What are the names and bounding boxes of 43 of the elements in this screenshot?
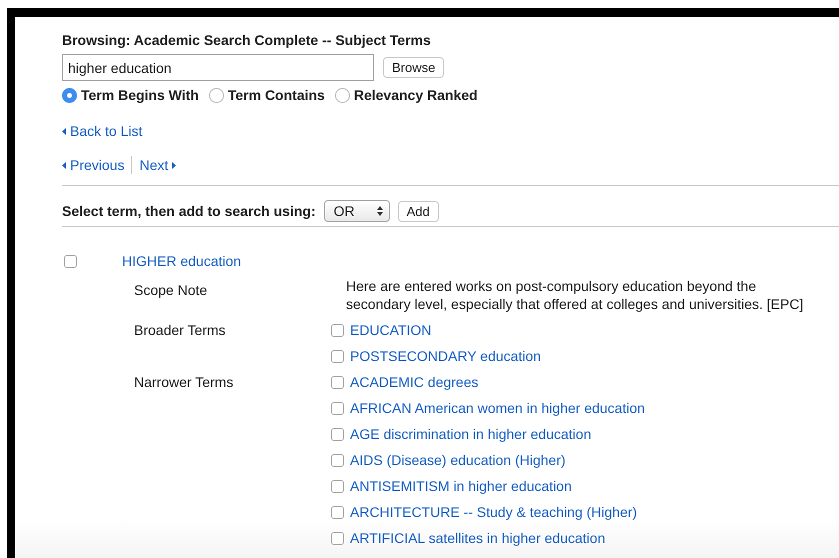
term-link[interactable]: POSTSECONDARY education	[350, 343, 541, 369]
checkbox[interactable]	[331, 350, 344, 362]
term-link[interactable]: ARTIFICIAL satellites in higher education	[350, 525, 606, 551]
checkbox[interactable]	[331, 454, 344, 466]
add-button[interactable]: Add	[398, 200, 439, 222]
radio-label: Term Contains	[228, 87, 325, 103]
checkbox[interactable]	[331, 428, 344, 440]
checkbox[interactable]	[331, 376, 344, 388]
scope-note-text: Here are entered works on post-compulsory education beyond the secondary level, especially that offered at colleges and universities. [EPC]	[345, 277, 804, 313]
search-field[interactable]: higher education	[62, 54, 374, 81]
field-label: Narrower Terms	[134, 373, 234, 392]
caret-right-icon	[172, 162, 176, 168]
updown-icon	[376, 206, 383, 216]
radio-label: Term Begins With	[81, 87, 199, 103]
radio-button[interactable]	[62, 88, 77, 102]
term-link[interactable]: AGE discrimination in higher education	[350, 421, 592, 447]
previous-link[interactable]: Previous	[62, 157, 124, 173]
term-link[interactable]: AFRICAN American women in higher education	[350, 395, 645, 421]
term-link[interactable]: ACADEMIC degrees	[350, 369, 478, 395]
field-label: Broader Terms	[134, 321, 227, 340]
caret-left-icon	[62, 162, 66, 168]
checkbox[interactable]	[331, 506, 344, 518]
checkbox[interactable]	[331, 532, 344, 544]
browse-button[interactable]: Browse	[383, 57, 444, 78]
term-link[interactable]: AIDS (Disease) education (Higher)	[350, 447, 566, 473]
next-link[interactable]: Next	[139, 157, 176, 173]
checkbox[interactable]	[331, 480, 344, 492]
checkbox[interactable]	[64, 254, 77, 268]
back-link[interactable]: Back to List	[62, 123, 142, 139]
term-link[interactable]: ANTISEMITISM in higher education	[350, 473, 572, 499]
field-label: Scope Note	[134, 281, 208, 300]
checkbox[interactable]	[331, 324, 344, 336]
operator-select[interactable]: OR	[324, 200, 390, 222]
radio-button[interactable]	[334, 88, 350, 102]
term-link[interactable]: EDUCATION	[350, 317, 432, 343]
radio-button[interactable]	[208, 88, 224, 102]
caret-left-icon	[62, 128, 66, 134]
term-link[interactable]: ARCHITECTURE -- Study & teaching (Higher)	[350, 499, 638, 525]
radio-label: Relevancy Ranked	[354, 87, 478, 103]
checkbox[interactable]	[331, 402, 344, 414]
term-link[interactable]: HIGHER education	[122, 253, 242, 269]
add-instruction: Select term, then add to search using:	[62, 203, 316, 219]
page-title: Browsing: Academic Search Complete -- Subject Terms	[62, 32, 432, 48]
